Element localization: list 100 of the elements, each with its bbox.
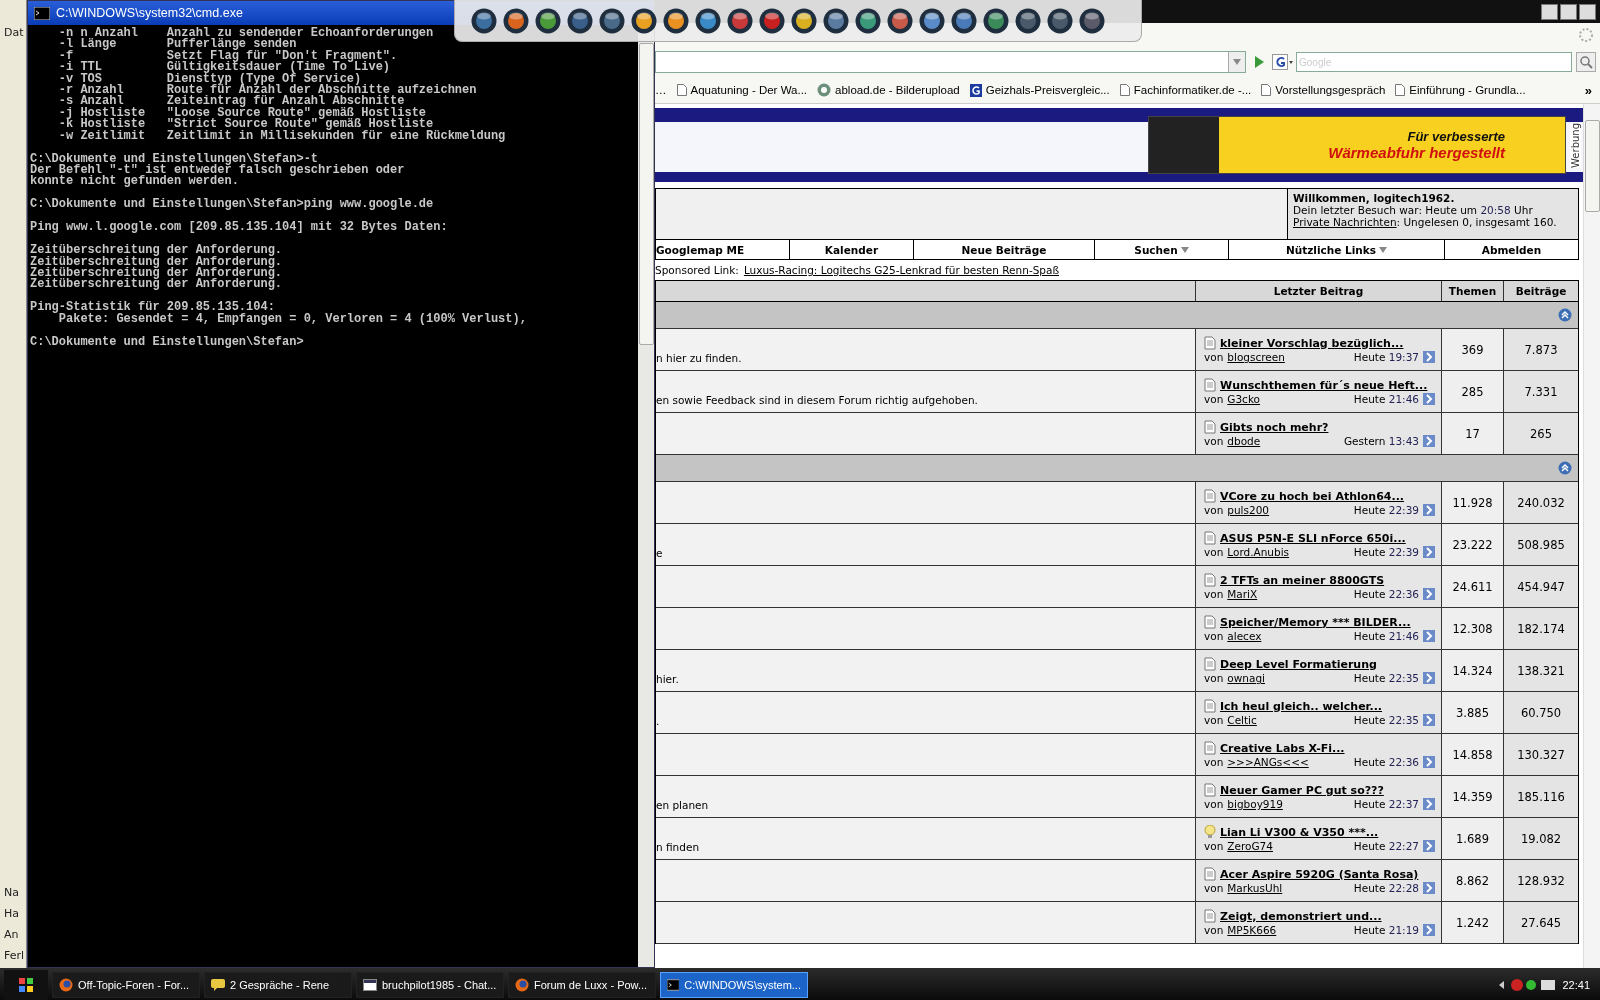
thread-link[interactable]: Ich heul gleich.. welcher... [1220, 699, 1382, 713]
sponsored-link[interactable]: Luxus-Racing: Logitechs G25-Lenkrad für besten Renn-Spaß [743, 264, 1060, 276]
round-app-icon[interactable] [887, 7, 913, 34]
author-link[interactable]: alecex [1227, 630, 1262, 642]
nav-link[interactable]: Kalender [789, 240, 913, 259]
round-app-icon[interactable] [727, 7, 753, 34]
go-to-post-icon[interactable] [1423, 546, 1435, 558]
round-app-icon[interactable] [471, 7, 497, 34]
thread-link[interactable]: Speicher/Memory *** BILDER... [1220, 615, 1411, 629]
go-to-post-icon[interactable] [1423, 393, 1435, 405]
go-to-post-icon[interactable] [1423, 435, 1435, 447]
thread-link[interactable]: Deep Level Formatierung [1220, 657, 1377, 671]
author-link[interactable]: bigboy919 [1227, 798, 1283, 810]
thread-link[interactable]: kleiner Vorschlag bezüglich... [1220, 336, 1404, 350]
round-app-icon[interactable] [663, 7, 689, 34]
round-app-icon[interactable] [1079, 7, 1105, 34]
taskbar-button[interactable]: C:\WINDOWS\system... [660, 972, 808, 998]
search-icon[interactable] [1576, 52, 1596, 72]
bookmark-link[interactable]: Aquatuning - Der Wa... [676, 84, 808, 96]
go-to-post-icon[interactable] [1423, 504, 1435, 516]
advertisement-banner[interactable]: Für verbesserte Wärmeabfuhr hergestellt [1148, 116, 1566, 174]
round-app-icon[interactable] [759, 7, 785, 34]
by-label: von [1204, 714, 1224, 726]
scrollbar[interactable] [1583, 104, 1600, 969]
thread-link[interactable]: VCore zu hoch bei Athlon64... [1220, 489, 1405, 503]
author-link[interactable]: Celtic [1227, 714, 1257, 726]
go-to-post-icon[interactable] [1423, 798, 1435, 810]
taskbar-button[interactable]: Forum de Luxx - Pow... [508, 972, 656, 998]
thread-link[interactable]: Acer Aspire 5920G (Santa Rosa) [1220, 867, 1419, 881]
by-label: von [1204, 588, 1224, 600]
thread-link[interactable]: 2 TFTs an meiner 8800GTS [1220, 573, 1385, 587]
round-app-icon[interactable] [1047, 7, 1073, 34]
author-link[interactable]: Lord.Anubis [1227, 546, 1290, 558]
round-app-icon[interactable] [855, 7, 881, 34]
collapse-icon[interactable] [1558, 308, 1572, 322]
go-to-post-icon[interactable] [1423, 882, 1435, 894]
round-app-icon[interactable] [631, 7, 657, 34]
author-link[interactable]: dbode [1227, 435, 1261, 447]
bookmark-link[interactable]: … [655, 84, 667, 96]
round-app-icon[interactable] [599, 7, 625, 34]
go-to-post-icon[interactable] [1423, 756, 1435, 768]
go-to-post-icon[interactable] [1423, 672, 1435, 684]
author-link[interactable]: G3cko [1227, 393, 1261, 405]
round-app-icon[interactable] [503, 7, 529, 34]
taskbar-button[interactable]: 2 Gespräche - Rene [204, 972, 352, 998]
thread-link[interactable]: Wunschthemen für´s neue Heft... [1220, 378, 1428, 392]
forum-description: en planen [656, 799, 709, 811]
author-link[interactable]: ownagi [1227, 672, 1265, 684]
loading-spinner-icon [1578, 27, 1594, 43]
author-link[interactable]: puls200 [1227, 504, 1270, 516]
round-app-icon[interactable] [1015, 7, 1041, 34]
bookmark-link[interactable]: Geizhals-Preisvergleic... [969, 83, 1110, 97]
round-app-icon[interactable] [823, 7, 849, 34]
minimize-button[interactable] [1541, 3, 1558, 20]
author-link[interactable]: >>>ANGs<<< [1227, 756, 1309, 768]
thread-link[interactable]: Zeigt, demonstriert und... [1220, 909, 1382, 923]
round-app-icon[interactable] [567, 7, 593, 34]
author-link[interactable]: blogscreen [1227, 351, 1285, 363]
address-field[interactable] [655, 51, 1246, 73]
go-to-post-icon[interactable] [1423, 924, 1435, 936]
search-engine-icon[interactable] [1272, 54, 1294, 70]
round-app-icon[interactable] [919, 7, 945, 34]
nav-link[interactable]: Neue Beiträge [912, 240, 1094, 259]
start-button[interactable] [4, 970, 48, 1000]
round-app-icon[interactable] [695, 7, 721, 34]
bookmark-link[interactable]: Fachinformatiker.de -... [1119, 84, 1252, 96]
thread-link[interactable]: Gibts noch mehr? [1220, 420, 1329, 434]
collapse-icon[interactable] [1558, 461, 1572, 475]
nav-link[interactable]: Abmelden [1443, 240, 1578, 259]
thread-link[interactable]: ASUS P5N-E SLI nForce 650i... [1220, 531, 1406, 545]
round-app-icon[interactable] [951, 7, 977, 34]
go-to-post-icon[interactable] [1423, 840, 1435, 852]
forum-description: . [656, 715, 660, 727]
round-app-icon[interactable] [791, 7, 817, 34]
taskbar-button[interactable]: Off-Topic-Foren - For... [52, 972, 200, 998]
nav-link[interactable]: Nützliche Links [1228, 240, 1444, 259]
nav-link[interactable]: Googlemap ME [656, 240, 790, 259]
author-link[interactable]: MariX [1227, 588, 1258, 600]
go-to-post-icon[interactable] [1423, 630, 1435, 642]
thread-link[interactable]: Creative Labs X-Fi... [1220, 741, 1345, 755]
thread-link[interactable]: Lian Li V300 & V350 ***... [1220, 825, 1379, 839]
tray-icons-drawing[interactable] [1497, 978, 1558, 993]
round-app-icon[interactable] [535, 7, 561, 34]
bookmark-link[interactable]: Einführung - Grundla... [1395, 84, 1526, 96]
maximize-button[interactable] [1560, 3, 1577, 20]
author-link[interactable]: MarkusUhl [1227, 882, 1283, 894]
more-bookmarks-chevron[interactable]: » [1584, 82, 1592, 98]
thread-link[interactable]: Neuer Gamer PC gut so??? [1220, 783, 1384, 797]
go-to-post-icon[interactable] [1423, 714, 1435, 726]
author-link[interactable]: MP5K666 [1227, 924, 1277, 936]
private-messages-link[interactable]: Private Nachrichten [1293, 216, 1397, 228]
author-link[interactable]: ZeroG74 [1227, 840, 1273, 852]
close-button[interactable] [1579, 3, 1596, 20]
round-app-icon[interactable] [983, 7, 1009, 34]
bookmark-link[interactable]: Vorstellungsgespräch [1261, 84, 1386, 96]
taskbar-button[interactable]: bruchpilot1985 - Chat... [356, 972, 504, 998]
nav-link[interactable]: Suchen [1094, 240, 1229, 259]
bookmark-link[interactable]: abload.de - Bilderupload [817, 83, 960, 97]
go-to-post-icon[interactable] [1423, 588, 1435, 600]
go-to-post-icon[interactable] [1423, 351, 1435, 363]
